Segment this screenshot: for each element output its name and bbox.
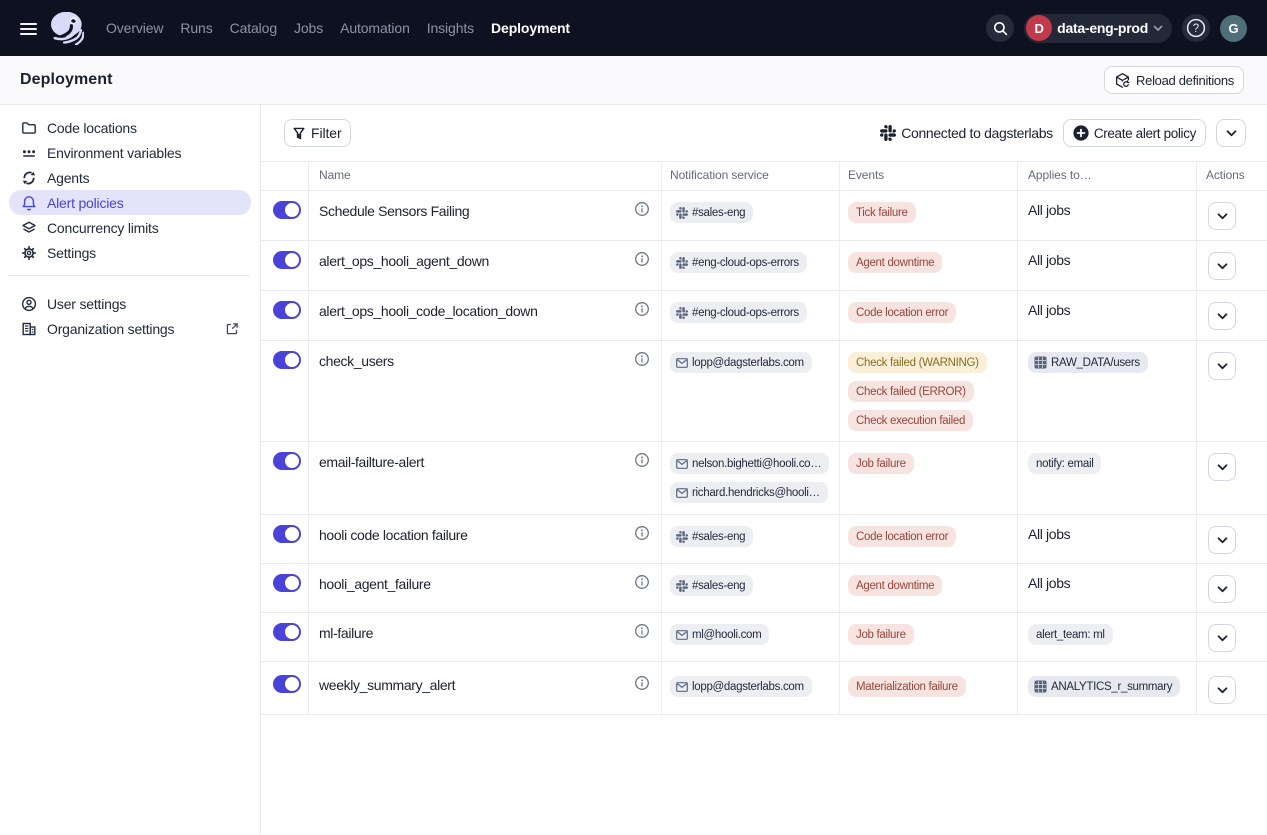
svg-text:?: ? <box>1193 23 1199 35</box>
